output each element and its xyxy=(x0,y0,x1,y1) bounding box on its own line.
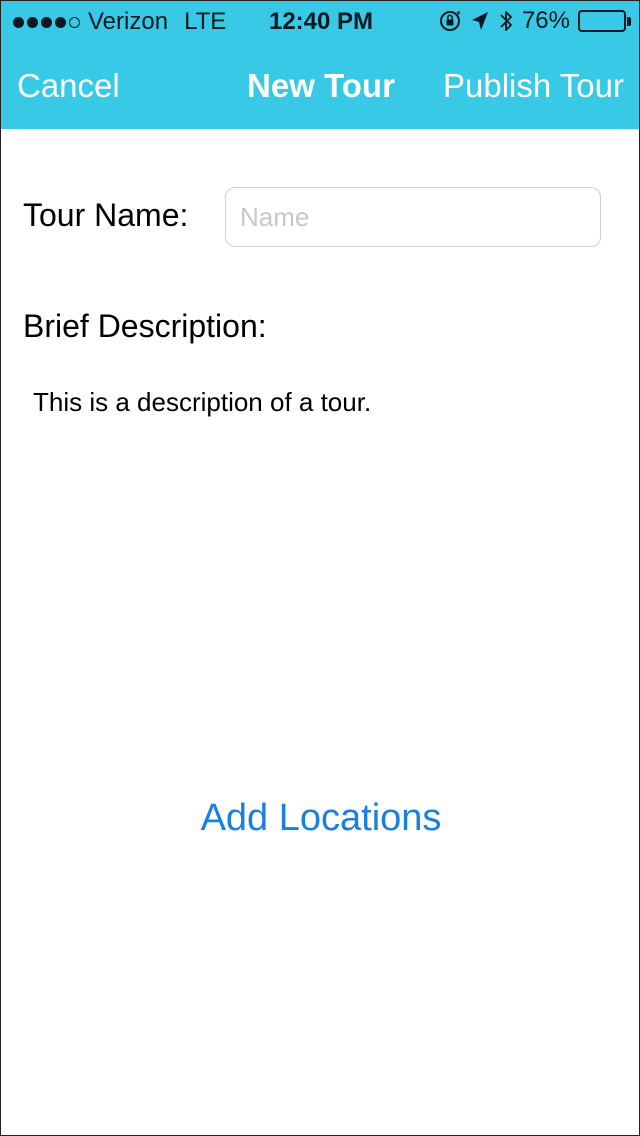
navigation-bar: Cancel New Tour Publish Tour xyxy=(1,41,639,129)
signal-dot-empty xyxy=(69,16,80,28)
signal-dot xyxy=(27,16,38,28)
signal-strength-icon xyxy=(13,16,80,28)
status-left: Verizon LTE xyxy=(13,8,226,36)
tour-name-input[interactable] xyxy=(225,187,601,247)
location-arrow-icon xyxy=(470,10,490,32)
publish-tour-button[interactable]: Publish Tour xyxy=(443,67,624,105)
app-screen: Verizon LTE 12:40 PM 76% Cancel New Tour… xyxy=(0,0,640,1136)
signal-dot xyxy=(13,16,24,28)
tour-name-label: Tour Name: xyxy=(23,197,189,233)
signal-dot xyxy=(55,16,66,28)
description-text[interactable]: This is a description of a tour. xyxy=(33,387,613,418)
description-label: Brief Description: xyxy=(23,308,267,344)
network-type: LTE xyxy=(184,8,227,35)
cancel-button[interactable]: Cancel xyxy=(17,67,120,105)
status-bar: Verizon LTE 12:40 PM 76% xyxy=(1,1,639,41)
battery-percent: 76% xyxy=(521,7,570,34)
orientation-lock-icon xyxy=(438,9,462,33)
bluetooth-icon xyxy=(498,8,514,34)
battery-icon xyxy=(578,10,631,32)
carrier-name: Verizon xyxy=(88,8,169,35)
add-locations-button[interactable]: Add Locations xyxy=(201,797,442,839)
signal-dot xyxy=(41,16,52,28)
status-right: 76% xyxy=(438,7,631,35)
top-bar: Verizon LTE 12:40 PM 76% Cancel New Tour… xyxy=(1,1,639,129)
nav-title: New Tour xyxy=(247,67,395,104)
